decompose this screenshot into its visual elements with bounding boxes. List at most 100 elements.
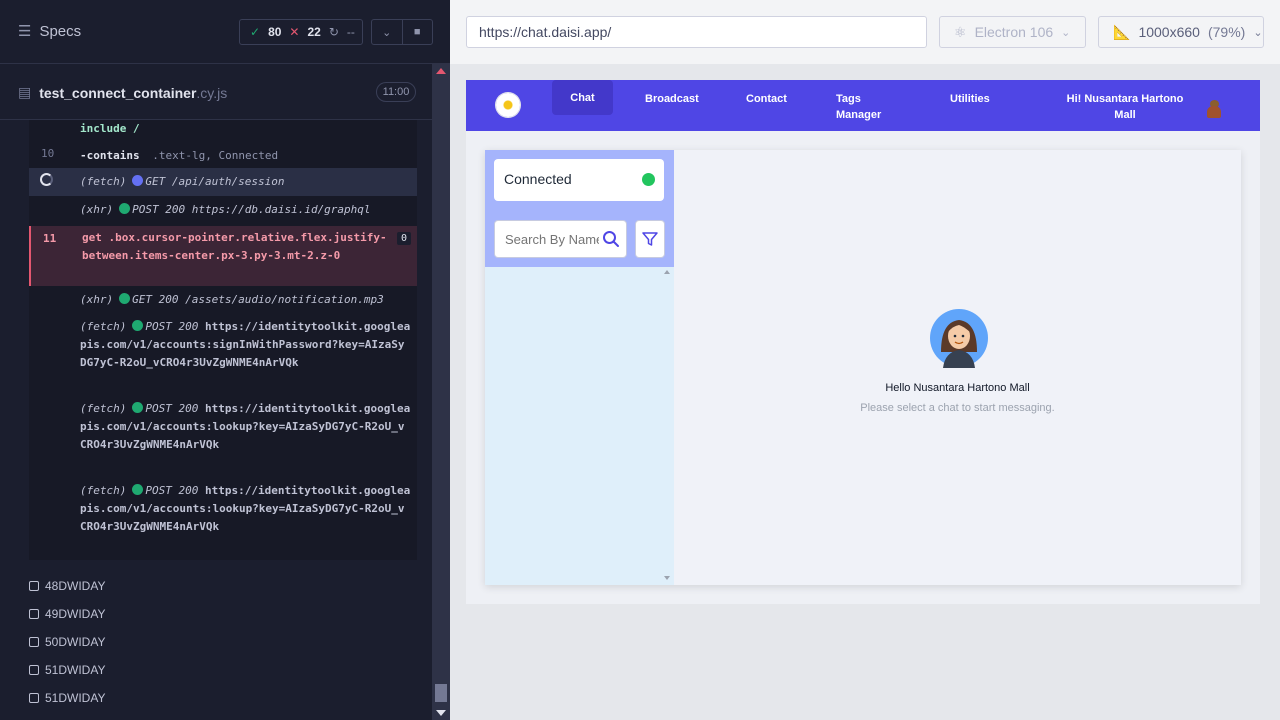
command-number: 11	[43, 232, 57, 245]
command-row[interactable]: (fetch) POST 200 https://identitytoolkit.…	[29, 400, 417, 476]
daisy-logo-icon[interactable]	[496, 93, 520, 117]
nav-broadcast[interactable]: Broadcast	[645, 80, 699, 131]
request-type: (fetch)	[80, 320, 127, 333]
aut-toolbar: https://chat.daisi.app/ ⚛ Electron 106 ⌄…	[450, 0, 1280, 64]
user-avatar[interactable]	[1205, 100, 1223, 118]
browser-name: Electron 106	[974, 24, 1054, 40]
chat-main-pane: Hello Nusantara Hartono Mall Please sele…	[674, 150, 1241, 585]
chevron-down-icon[interactable]: ⌄	[372, 20, 403, 44]
test-title: 50DWIDAY	[45, 635, 106, 649]
specs-list-icon: ☰	[18, 23, 32, 40]
fail-icon: ✕	[289, 25, 300, 39]
ruler-icon: 📐	[1113, 23, 1131, 40]
user-avatar-illustration	[930, 309, 988, 368]
request-method: POST 200	[145, 402, 199, 415]
stop-icon[interactable]: ■	[403, 20, 433, 44]
request-method: POST 200	[145, 320, 199, 333]
nav-tags-manager[interactable]: Tags Manager	[836, 80, 896, 131]
cypress-runner-panel: ☰ Specs ✓ 80 ✕ 22 ↻ -- ⌄ ■ ▤ test_connec…	[0, 0, 450, 720]
test-item[interactable]: 51DWIDAY	[29, 656, 429, 684]
chevron-down-icon: ⌄	[1061, 26, 1071, 39]
test-status-icon	[29, 693, 39, 703]
app-under-test: Chat Broadcast Contact Tags Manager Util…	[466, 80, 1260, 604]
command-row[interactable]: 10 -contains .text-lg, Connected	[29, 144, 417, 168]
test-item[interactable]: 50DWIDAY	[29, 628, 429, 656]
user-greeting: Hi! Nusantara Hartono Mall	[1066, 93, 1184, 121]
test-item[interactable]: 48DWIDAY	[29, 572, 429, 600]
specs-toggle[interactable]: ☰ Specs	[18, 22, 82, 41]
request-url: https://db.daisi.id/graphql	[191, 203, 371, 216]
pending-count: --	[346, 25, 355, 39]
filter-button[interactable]	[635, 220, 665, 258]
test-list: 48DWIDAY 49DWIDAY 50DWIDAY 51DWIDAY 51DW…	[29, 572, 429, 712]
test-title: 51DWIDAY	[45, 691, 106, 705]
spec-duration: 11:00	[376, 82, 416, 102]
test-title: 51DWIDAY	[45, 663, 106, 677]
request-url: https://identitytoolkit.googleapis.com/v…	[80, 402, 411, 451]
test-status-icon	[29, 581, 39, 591]
request-url: https://identitytoolkit.googleapis.com/v…	[80, 320, 411, 369]
select-chat-hint: Please select a chat to start messaging.	[860, 402, 1055, 414]
request-url: /api/auth/session	[171, 175, 285, 188]
specs-label: Specs	[39, 22, 82, 40]
browser-selector[interactable]: ⚛ Electron 106 ⌄	[939, 16, 1086, 48]
command-name: -contains	[80, 149, 140, 162]
url-bar[interactable]: https://chat.daisi.app/	[466, 16, 927, 48]
spec-file-name[interactable]: test_connect_container	[39, 85, 196, 101]
search-icon[interactable]	[602, 230, 620, 248]
document-icon: ▤	[18, 84, 32, 100]
scroll-down-icon[interactable]	[664, 576, 670, 580]
pending-icon: ↻	[328, 25, 339, 39]
app-navbar: Chat Broadcast Contact Tags Manager Util…	[466, 80, 1260, 131]
request-method: POST 200	[132, 203, 186, 216]
command-name: include	[80, 122, 127, 135]
viewport-scale: (79%)	[1207, 24, 1246, 40]
connection-status[interactable]: Connected	[494, 159, 664, 201]
viewport-selector[interactable]: 📐 1000x660 (79%) ⌄	[1098, 16, 1264, 48]
success-dot-icon	[132, 484, 144, 495]
success-dot-icon	[119, 293, 131, 304]
request-type: (xhr)	[80, 203, 114, 216]
command-log-scrollbar[interactable]	[432, 64, 450, 720]
command-log: include / 10 -contains .text-lg, Connect…	[29, 120, 417, 560]
request-method: POST 200	[145, 484, 199, 497]
loading-spinner-icon	[40, 173, 53, 186]
command-row-active[interactable]: (fetch) GET /api/auth/session	[29, 168, 417, 196]
test-stats: ✓ 80 ✕ 22 ↻ --	[239, 19, 363, 45]
failed-count: 22	[307, 25, 321, 39]
scroll-up-icon[interactable]	[436, 68, 446, 74]
command-row[interactable]: (fetch) POST 200 https://identitytoolkit.…	[29, 482, 417, 558]
search-input[interactable]	[495, 221, 599, 257]
element-count-badge: 0	[396, 232, 411, 245]
command-row[interactable]: (xhr) GET 200 /assets/audio/notification.…	[29, 290, 417, 312]
test-title: 49DWIDAY	[45, 607, 106, 621]
runner-controls: ⌄ ■	[371, 19, 433, 45]
command-row-error[interactable]: 11 get .box.cursor-pointer.relative.flex…	[29, 226, 417, 286]
search-field	[494, 220, 627, 258]
scrollbar-thumb[interactable]	[435, 684, 447, 702]
request-url: /assets/audio/notification.mp3	[185, 293, 384, 306]
chat-list-scrollbar[interactable]	[661, 270, 673, 580]
request-type: (fetch)	[80, 402, 127, 415]
success-dot-icon	[132, 320, 144, 331]
chevron-down-icon: ⌄	[1253, 26, 1263, 39]
success-dot-icon	[132, 402, 144, 413]
command-row[interactable]: include /	[29, 120, 417, 144]
request-type: (fetch)	[80, 484, 127, 497]
chat-container: Connected Search By Name Hello Nusantara…	[485, 150, 1241, 585]
nav-utilities[interactable]: Utilities	[950, 80, 990, 131]
hello-message: Hello Nusantara Hartono Mall	[885, 382, 1030, 394]
scroll-up-icon[interactable]	[664, 270, 670, 274]
electron-icon: ⚛	[954, 23, 967, 40]
scroll-down-icon[interactable]	[436, 710, 446, 716]
test-item[interactable]: 49DWIDAY	[29, 600, 429, 628]
filter-icon	[642, 232, 658, 246]
specs-bar: ☰ Specs ✓ 80 ✕ 22 ↻ -- ⌄ ■	[0, 0, 450, 64]
pass-icon: ✓	[250, 25, 261, 39]
nav-contact[interactable]: Contact	[746, 80, 787, 131]
command-row[interactable]: (fetch) POST 200 https://identitytoolkit.…	[29, 318, 417, 394]
viewport-size: 1000x660	[1138, 24, 1200, 40]
test-item[interactable]: 51DWIDAY	[29, 684, 429, 712]
command-row[interactable]: (xhr) POST 200 https://db.daisi.id/graphq…	[29, 198, 417, 224]
nav-chat[interactable]: Chat	[552, 80, 613, 115]
